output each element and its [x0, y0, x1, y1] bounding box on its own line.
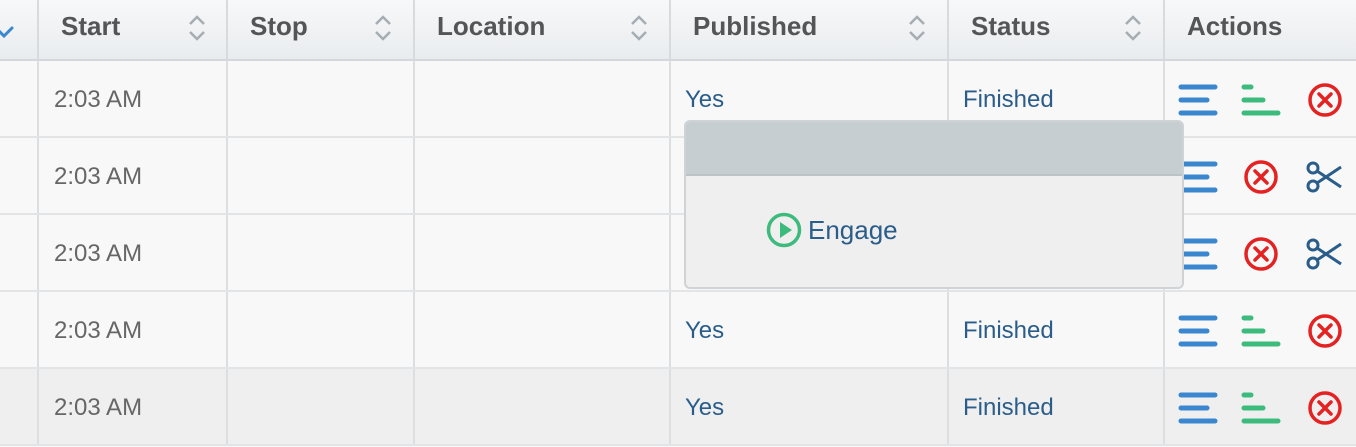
cell-stop: [228, 292, 415, 367]
details-icon[interactable]: [1178, 82, 1218, 118]
column-label: Stop: [250, 11, 308, 41]
sort-icon[interactable]: [187, 13, 207, 43]
column-header-location[interactable]: Location: [415, 0, 671, 59]
details-icon[interactable]: [1178, 313, 1218, 349]
cell-select: [0, 138, 39, 213]
column-label: Status: [971, 11, 1051, 41]
sort-icon[interactable]: [629, 13, 649, 43]
cell-start: 2:03 AM: [39, 369, 228, 444]
sort-icon[interactable]: [1123, 13, 1143, 43]
cancel-icon[interactable]: [1305, 313, 1345, 349]
grid-header: Start Stop Location Published Status Act…: [0, 0, 1356, 61]
engage-label: Engage: [808, 214, 898, 245]
column-header-stop[interactable]: Stop: [228, 0, 415, 59]
cell-published[interactable]: Yes: [671, 292, 949, 367]
cell-location: [415, 61, 671, 136]
cell-select: [0, 61, 39, 136]
report-icon[interactable]: [1241, 390, 1281, 426]
cut-icon[interactable]: [1305, 159, 1345, 195]
context-popup: Engage: [684, 120, 1184, 289]
report-icon[interactable]: [1241, 313, 1281, 349]
column-header-start[interactable]: Start: [39, 0, 228, 59]
play-circle-icon: [766, 212, 802, 248]
cell-status[interactable]: Finished: [949, 369, 1165, 444]
cell-select: [0, 292, 39, 367]
column-header-status[interactable]: Status: [949, 0, 1165, 59]
chevron-down-icon[interactable]: [0, 18, 14, 48]
column-label: Published: [693, 11, 818, 41]
cell-published[interactable]: Yes: [671, 369, 949, 444]
cell-stop: [228, 369, 415, 444]
cell-location: [415, 292, 671, 367]
cancel-icon[interactable]: [1241, 236, 1281, 272]
popup-header: [686, 122, 1182, 176]
column-label: Location: [437, 11, 546, 41]
cell-select: [0, 369, 39, 444]
table-row[interactable]: 2:03 AM Yes Finished: [0, 292, 1356, 369]
cell-start: 2:03 AM: [39, 61, 228, 136]
column-header-select[interactable]: [0, 0, 39, 59]
cell-stop: [228, 138, 415, 213]
cell-start: 2:03 AM: [39, 138, 228, 213]
cell-stop: [228, 61, 415, 136]
cancel-icon[interactable]: [1305, 390, 1345, 426]
report-icon[interactable]: [1241, 82, 1281, 118]
details-icon[interactable]: [1178, 236, 1218, 272]
cell-start: 2:03 AM: [39, 215, 228, 290]
cell-select: [0, 215, 39, 290]
cell-start: 2:03 AM: [39, 292, 228, 367]
details-icon[interactable]: [1178, 390, 1218, 426]
details-icon[interactable]: [1178, 159, 1218, 195]
engage-menu-item[interactable]: Engage: [766, 212, 898, 248]
cell-location: [415, 138, 671, 213]
column-header-actions: Actions: [1165, 0, 1356, 59]
data-grid: Start Stop Location Published Status Act…: [0, 0, 1356, 446]
column-label: Start: [61, 11, 121, 41]
column-header-published[interactable]: Published: [671, 0, 949, 59]
cell-stop: [228, 215, 415, 290]
cut-icon[interactable]: [1305, 236, 1345, 272]
cancel-icon[interactable]: [1241, 159, 1281, 195]
sort-icon[interactable]: [907, 13, 927, 43]
cell-location: [415, 369, 671, 444]
table-row[interactable]: 2:03 AM Yes Finished: [0, 369, 1356, 446]
cell-location: [415, 215, 671, 290]
sort-icon[interactable]: [373, 13, 393, 43]
cell-status[interactable]: Finished: [949, 292, 1165, 367]
column-label: Actions: [1187, 11, 1283, 41]
cancel-icon[interactable]: [1305, 82, 1345, 118]
